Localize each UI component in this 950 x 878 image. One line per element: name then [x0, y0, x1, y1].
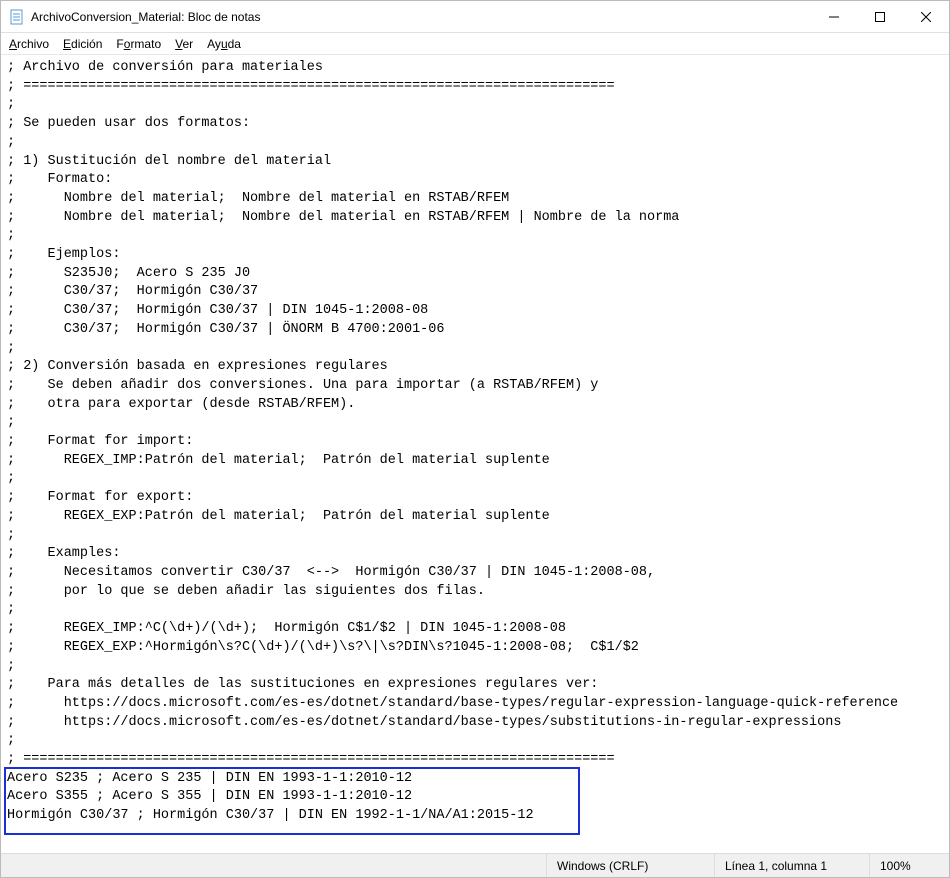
- window-controls: [811, 1, 949, 32]
- status-zoom: 100%: [869, 854, 949, 877]
- status-encoding: Windows (CRLF): [546, 854, 714, 877]
- close-button[interactable]: [903, 1, 949, 32]
- editor-scroll[interactable]: ; Archivo de conversión para materiales …: [1, 55, 949, 853]
- notepad-icon: [9, 9, 25, 25]
- status-bar: Windows (CRLF) Línea 1, columna 1 100%: [1, 853, 949, 877]
- minimize-button[interactable]: [811, 1, 857, 32]
- window-title: ArchivoConversion_Material: Bloc de nota…: [31, 10, 811, 24]
- menu-file[interactable]: Archivo: [9, 37, 49, 51]
- title-bar: ArchivoConversion_Material: Bloc de nota…: [1, 1, 949, 33]
- menu-help[interactable]: Ayuda: [207, 37, 241, 51]
- maximize-button[interactable]: [857, 1, 903, 32]
- menu-edit[interactable]: Edición: [63, 37, 102, 51]
- status-position: Línea 1, columna 1: [714, 854, 869, 877]
- menu-bar: Archivo Edición Formato Ver Ayuda: [1, 33, 949, 55]
- text-area[interactable]: ; Archivo de conversión para materiales …: [1, 55, 949, 850]
- menu-view[interactable]: Ver: [175, 37, 193, 51]
- menu-format[interactable]: Formato: [116, 37, 161, 51]
